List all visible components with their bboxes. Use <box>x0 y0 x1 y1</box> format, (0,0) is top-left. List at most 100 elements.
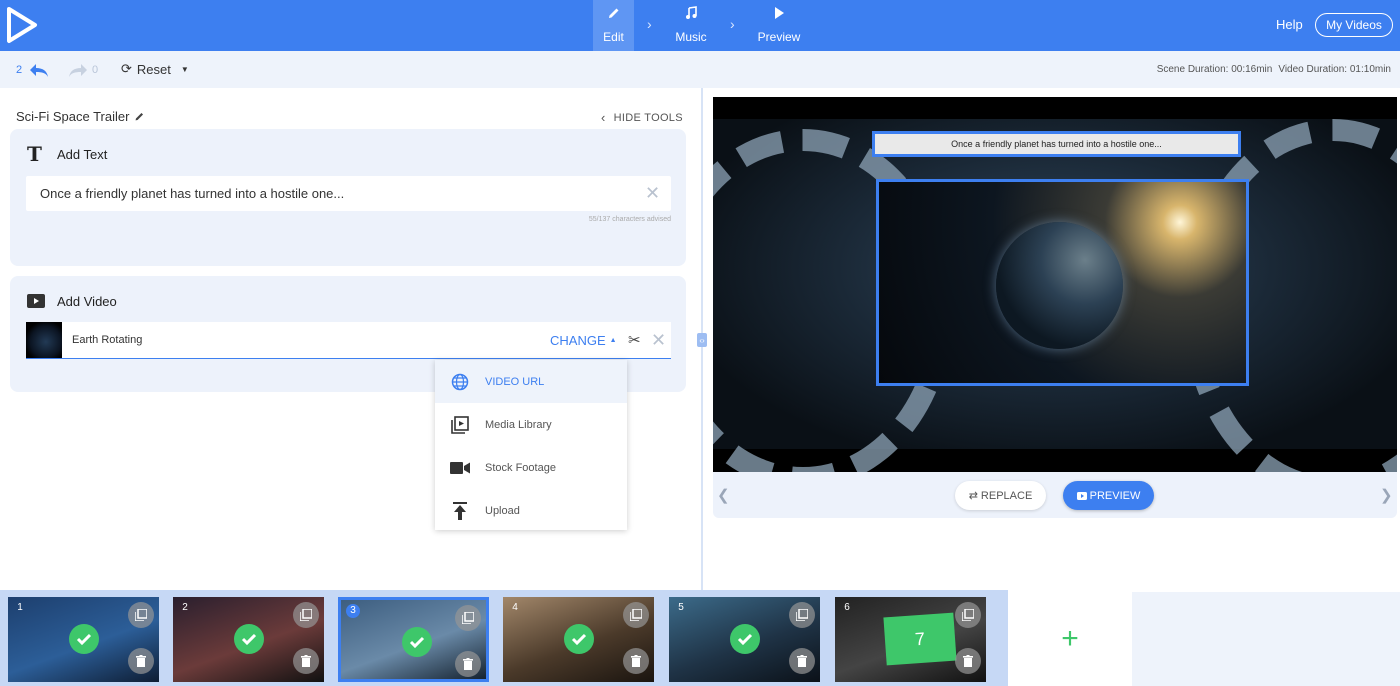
scene-thumbnail[interactable]: 5 <box>669 597 820 682</box>
menu-item-label: Stock Footage <box>485 461 556 474</box>
caret-up-icon: ▲ <box>609 337 617 344</box>
scene-thumbnail[interactable]: 1 <box>8 597 159 682</box>
hide-tools-button[interactable]: ‹ HIDE TOOLS <box>601 110 683 125</box>
character-count: 55/137 characters advised <box>588 216 671 223</box>
trash-icon[interactable] <box>623 648 649 674</box>
duplicate-scene-icon[interactable] <box>128 602 154 628</box>
clear-text-icon[interactable]: ✕ <box>645 184 660 202</box>
editor-toolbar: 2 0 ⟳ Reset ▼ Scene Duration: 00:16min V… <box>0 51 1400 88</box>
scene-thumbnail[interactable]: 4 <box>503 597 654 682</box>
music-note-icon <box>671 6 711 26</box>
duplicate-scene-icon[interactable] <box>293 602 319 628</box>
scene-preview: Once a friendly planet has turned into a… <box>713 97 1397 472</box>
scene-thumbnail[interactable]: 2 <box>173 597 324 682</box>
checkmark-icon <box>730 624 760 654</box>
scene-number: 2 <box>182 602 188 613</box>
duplicate-scene-icon[interactable] <box>789 602 815 628</box>
upload-icon <box>435 501 485 520</box>
planet-image <box>996 222 1123 349</box>
step-music[interactable]: Music <box>671 0 711 51</box>
step-label: Preview <box>757 30 801 44</box>
video-thumbnail <box>26 322 62 358</box>
plus-icon: + <box>1061 622 1079 655</box>
add-video-title: Add Video <box>57 294 117 309</box>
play-box-icon <box>1076 491 1087 500</box>
remove-video-icon[interactable]: ✕ <box>651 331 666 349</box>
step-preview[interactable]: Preview <box>755 0 803 51</box>
duplicate-scene-icon[interactable] <box>955 602 981 628</box>
scene-number: 3 <box>346 604 360 618</box>
duplicate-scene-icon[interactable] <box>455 605 481 631</box>
help-link[interactable]: Help <box>1276 17 1303 32</box>
caption-text: Once a friendly planet has turned into a… <box>951 139 1162 149</box>
trash-icon[interactable] <box>955 648 981 674</box>
replace-label: REPLACE <box>980 489 1033 502</box>
change-label: CHANGE <box>550 333 606 348</box>
app-logo[interactable] <box>4 6 40 44</box>
scene-thumbnail[interactable]: 67 <box>835 597 986 682</box>
preview-button[interactable]: PREVIEW <box>1063 481 1154 510</box>
menu-item-label: Media Library <box>485 418 552 431</box>
selected-video-row: Earth Rotating CHANGE ▲ ✂ ✕ <box>26 322 671 359</box>
undo-count: 2 <box>16 64 23 76</box>
trash-icon[interactable] <box>455 651 481 677</box>
menu-item-media-library[interactable]: Media Library <box>435 403 627 446</box>
scene-number: 5 <box>678 602 684 613</box>
menu-item-stock-footage[interactable]: Stock Footage <box>435 446 627 489</box>
video-icon <box>27 294 45 308</box>
video-duration: Video Duration: 01:10min <box>1278 64 1391 75</box>
undo-icon[interactable] <box>28 62 50 78</box>
add-text-card: T Add Text Once a friendly planet has tu… <box>10 129 686 266</box>
duplicate-scene-icon[interactable] <box>623 602 649 628</box>
redo-icon[interactable] <box>67 62 89 78</box>
pencil-icon <box>593 6 634 26</box>
my-videos-button[interactable]: My Videos <box>1315 13 1393 37</box>
pencil-icon[interactable] <box>134 111 145 122</box>
chevron-left-icon: ‹ <box>601 110 606 125</box>
green-screen-placeholder: 7 <box>883 612 957 666</box>
menu-item-upload[interactable]: Upload <box>435 489 627 532</box>
scene-strip: 1234567 <box>0 590 1008 686</box>
text-input-value: Once a friendly planet has turned into a… <box>40 186 345 201</box>
chevron-right-icon: › <box>730 16 735 32</box>
scene-thumbnail[interactable]: 3 <box>338 597 489 682</box>
trash-icon[interactable] <box>128 648 154 674</box>
scene-number: 6 <box>844 602 850 613</box>
scissors-icon[interactable]: ✂ <box>628 331 641 349</box>
preview-label: PREVIEW <box>1089 489 1141 502</box>
replace-button[interactable]: ⇄ REPLACE <box>955 481 1046 510</box>
text-input[interactable]: Once a friendly planet has turned into a… <box>26 176 671 211</box>
video-placeholder-frame[interactable] <box>876 179 1249 386</box>
video-camera-icon <box>435 461 485 475</box>
menu-item-video-url[interactable]: VIDEO URL <box>435 360 627 403</box>
chevron-right-icon: › <box>647 16 652 32</box>
preview-controls: ❮ ⇄ REPLACE PREVIEW ❯ <box>713 472 1397 518</box>
project-title[interactable]: Sci-Fi Space Trailer <box>16 109 145 124</box>
step-label: Edit <box>603 30 624 44</box>
checkmark-icon <box>564 624 594 654</box>
reset-button[interactable]: ⟳ Reset ▼ <box>121 61 189 77</box>
strip-empty-area <box>1132 592 1400 686</box>
add-text-title: Add Text <box>57 147 108 162</box>
next-scene-icon[interactable]: ❯ <box>1380 486 1393 504</box>
previous-scene-icon[interactable]: ❮ <box>717 486 730 504</box>
change-video-button[interactable]: CHANGE ▲ <box>550 333 617 348</box>
add-scene-button[interactable]: + <box>1008 592 1132 686</box>
scene-number: 4 <box>512 602 518 613</box>
text-icon: T <box>27 142 42 166</box>
swap-icon: ⇄ <box>968 490 978 502</box>
checkmark-icon <box>234 624 264 654</box>
resize-handle[interactable]: ‹› <box>697 333 707 347</box>
checkmark-icon <box>69 624 99 654</box>
trash-icon[interactable] <box>789 648 815 674</box>
trash-icon[interactable] <box>293 648 319 674</box>
play-icon <box>755 6 803 26</box>
globe-icon <box>435 373 485 391</box>
media-library-icon <box>435 415 485 434</box>
placeholder-number: 7 <box>914 628 926 649</box>
caption-text-box[interactable]: Once a friendly planet has turned into a… <box>872 131 1241 157</box>
video-name: Earth Rotating <box>72 334 143 346</box>
caret-down-icon: ▼ <box>180 64 189 74</box>
menu-item-label: Upload <box>485 504 520 517</box>
step-edit[interactable]: Edit <box>593 0 634 51</box>
